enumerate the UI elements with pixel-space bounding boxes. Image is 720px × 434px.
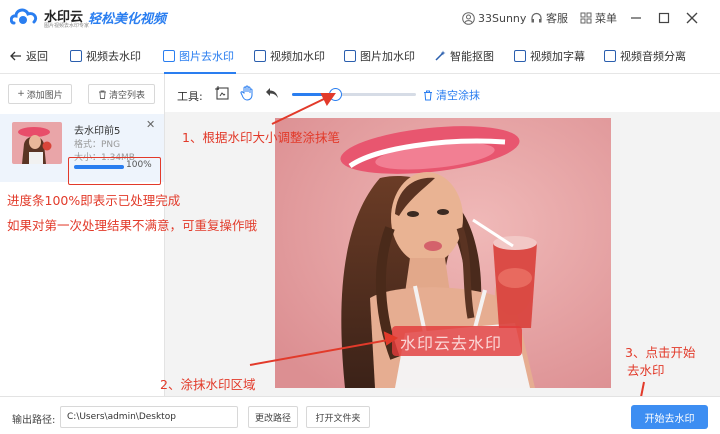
tab-label: 视频去水印 (86, 50, 141, 63)
tab-smart-cutout[interactable]: 智能抠图 (434, 48, 494, 64)
tab-image-add-watermark[interactable]: 图片加水印 (344, 48, 415, 64)
maximize-button[interactable] (654, 8, 674, 28)
user-icon (462, 11, 475, 25)
plus-icon: + (17, 89, 25, 99)
grid-icon (580, 12, 592, 24)
trash-icon (98, 90, 106, 99)
tab-label: 图片去水印 (179, 50, 234, 63)
service-label: 客服 (546, 12, 568, 25)
tool-bar: 工具: 清空涂抹 (165, 74, 720, 112)
annotation-progress: 进度条100%即表示已处理完成 (7, 193, 181, 208)
app-tagline: 图片视频去水印专家 (44, 23, 90, 29)
user-account[interactable]: 33Sunny (462, 10, 526, 26)
annotation-step3-line1: 3、点击开始 (625, 345, 696, 360)
tab-label: 图片加水印 (360, 50, 415, 63)
tab-video-remove-watermark[interactable]: 视频去水印 (70, 48, 141, 64)
annotation-retry: 如果对第一次处理结果不满意，可重复操作哦 (7, 218, 258, 233)
bottom-bar: 输出路径: C:\Users\admin\Desktop 更改路径 打开文件夹 … (0, 396, 720, 434)
add-image-label: 添加图片 (26, 90, 63, 101)
file-name: 去水印前5 (74, 126, 121, 137)
clear-brush-label: 清空涂抹 (436, 89, 480, 102)
tab-video-add-watermark[interactable]: 视频加水印 (254, 48, 325, 64)
progress-highlight-box (68, 157, 161, 185)
file-list-panel: + 添加图片 清空列表 去水印前5 格式：PNG 大小：1.34MB ✕ 100… (0, 74, 165, 396)
open-folder-button[interactable]: 打开文件夹 (306, 406, 370, 428)
file-thumbnail (12, 122, 62, 164)
tab-label: 智能抠图 (450, 50, 494, 63)
image-icon (163, 50, 175, 62)
maximize-icon (658, 12, 670, 24)
menu-button[interactable]: 菜单 (580, 10, 617, 26)
start-remove-watermark-button[interactable]: 开始去水印 (631, 405, 708, 429)
watermark-text: 水印云去水印 (400, 334, 503, 353)
headset-icon (531, 12, 542, 22)
clear-brush-button[interactable]: 清空涂抹 (423, 87, 480, 103)
output-path-field[interactable]: C:\Users\admin\Desktop (60, 406, 238, 428)
brush-size-slider[interactable] (292, 88, 416, 101)
trash-icon (424, 90, 432, 100)
video-icon (70, 50, 82, 62)
minimize-icon (631, 17, 641, 19)
video-icon (514, 50, 526, 62)
remove-file-icon[interactable]: ✕ (146, 118, 155, 131)
clear-list-button[interactable]: 清空列表 (88, 84, 155, 104)
tab-video-audio-separation[interactable]: 视频音频分离 (604, 48, 686, 64)
tool-label: 工具: (177, 90, 203, 103)
clear-list-label: 清空列表 (108, 90, 145, 101)
select-area-icon[interactable] (215, 86, 230, 101)
menu-label: 菜单 (595, 12, 617, 25)
back-label: 返回 (26, 50, 48, 63)
file-format: 格式：PNG (74, 140, 121, 150)
app-logo (10, 8, 38, 25)
close-button[interactable] (682, 8, 702, 28)
user-name: 33Sunny (478, 11, 527, 25)
annotation-step2: 2、涂抹水印区域 (160, 377, 256, 392)
tab-label: 视频加字幕 (530, 50, 585, 63)
change-path-button[interactable]: 更改路径 (248, 406, 298, 428)
tab-label: 视频音频分离 (620, 50, 686, 63)
tab-image-remove-watermark[interactable]: 图片去水印 (163, 48, 234, 64)
output-path-label: 输出路径: (12, 415, 56, 426)
title-bar: 水印云 图片视频去水印专家 轻松美化视频 33Sunny 客服 菜单 (0, 0, 720, 36)
tab-label: 视频加水印 (270, 50, 325, 63)
back-button[interactable]: 返回 (10, 48, 48, 64)
annotation-step1: 1、根据水印大小调整涂抹笔 (182, 130, 340, 145)
add-image-button[interactable]: + 添加图片 (8, 84, 72, 104)
service-button[interactable]: 客服 (530, 10, 568, 26)
magic-wand-icon (435, 50, 446, 61)
video-icon (254, 50, 266, 62)
tab-video-subtitles[interactable]: 视频加字幕 (514, 48, 585, 64)
annotation-step3-line2: 去水印 (627, 363, 665, 378)
brush-size-handle[interactable] (329, 88, 343, 101)
image-icon (344, 50, 356, 62)
feature-tabs: 返回 视频去水印 图片去水印 视频加水印 图片加水印 智能抠图 视频加字幕 视频… (0, 36, 720, 74)
app-slogan: 轻松美化视频 (88, 12, 167, 27)
arrow-left-icon (10, 51, 21, 61)
undo-icon[interactable] (265, 87, 279, 99)
close-icon (686, 12, 698, 24)
minimize-button[interactable] (626, 8, 646, 28)
video-icon (604, 50, 616, 62)
hand-icon[interactable] (240, 85, 255, 101)
